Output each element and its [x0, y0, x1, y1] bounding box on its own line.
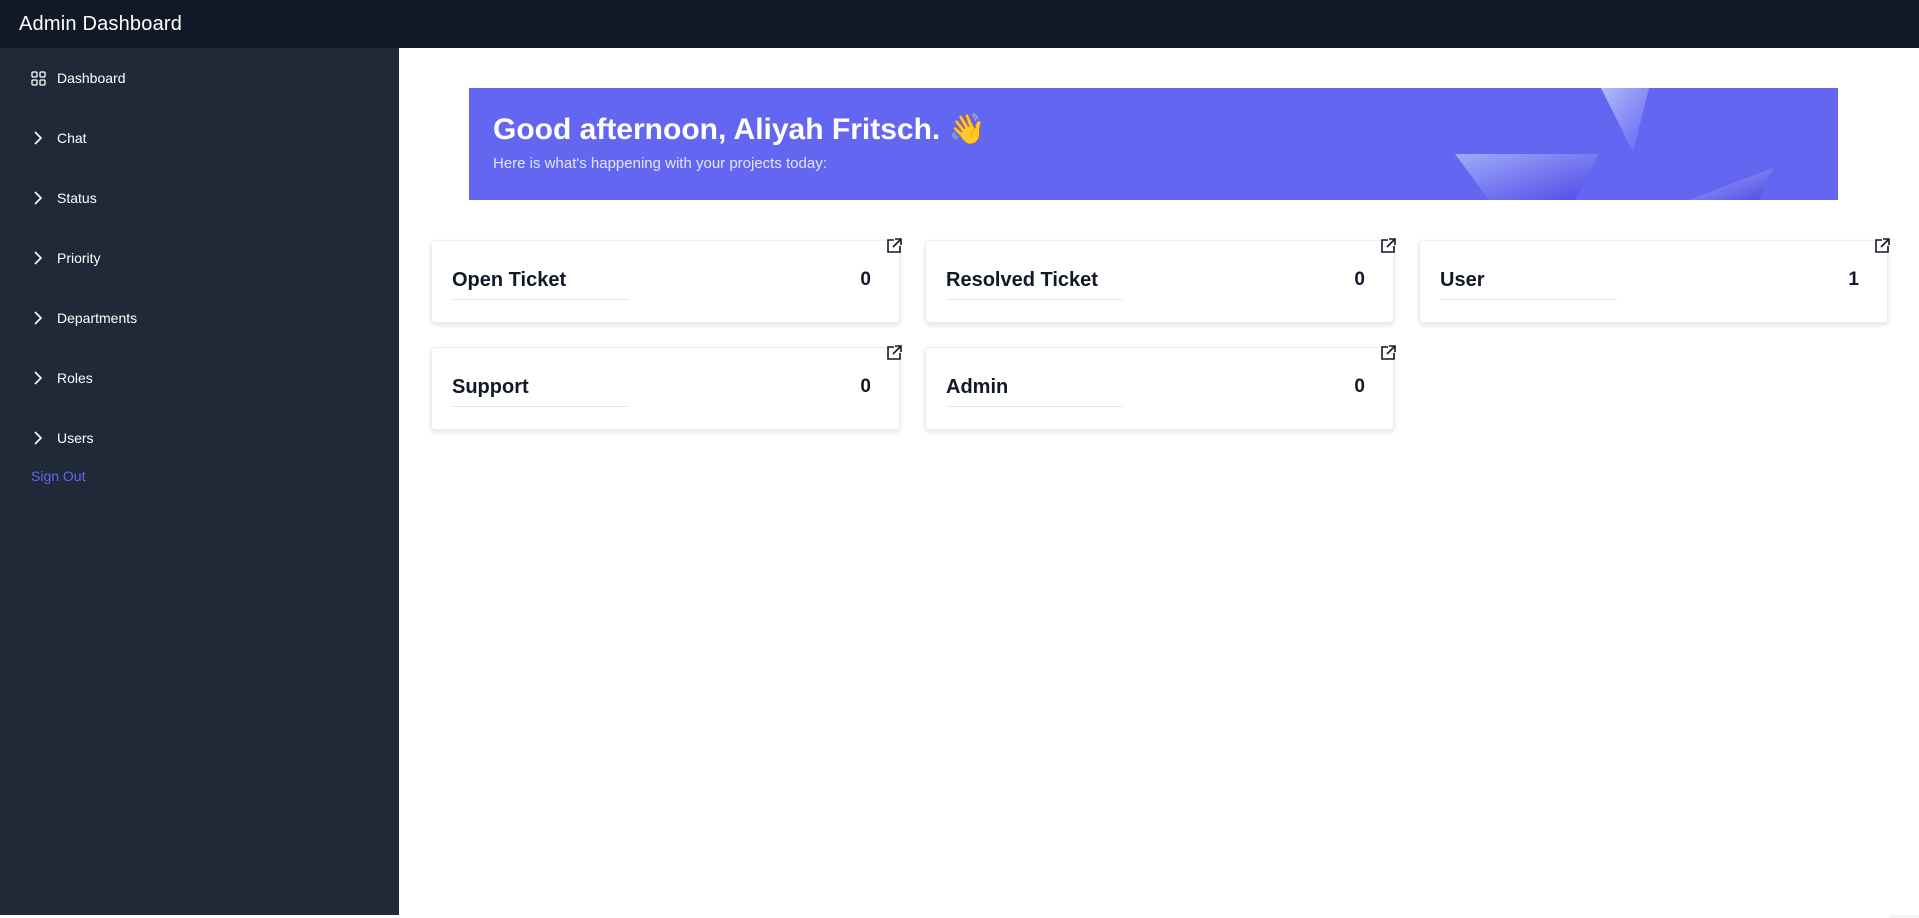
chevron-right-icon	[30, 250, 46, 266]
card-title: Admin	[946, 376, 1009, 398]
sidebar-item-label: Departments	[57, 310, 138, 326]
sidebar-item-label: Roles	[57, 370, 93, 386]
sign-out-link[interactable]: Sign Out	[31, 468, 85, 484]
stat-card-user[interactable]: User 1	[1419, 237, 1891, 323]
sidebar-item-label: Users	[57, 430, 94, 446]
card-title: Support	[452, 376, 529, 398]
stat-card-resolved-ticket[interactable]: Resolved Ticket 0	[925, 237, 1397, 323]
welcome-banner: Good afternoon, Aliyah Fritsch. 👋 Here i…	[469, 88, 1838, 200]
card-title: Open Ticket	[452, 269, 567, 291]
sidebar-item-chat[interactable]: Chat	[30, 124, 87, 152]
sidebar-item-status[interactable]: Status	[30, 184, 97, 212]
stat-card-open-ticket[interactable]: Open Ticket 0	[431, 237, 903, 323]
sidebar-item-label: Dashboard	[57, 70, 126, 86]
top-bar: Admin Dashboard	[0, 0, 1919, 48]
sidebar: Dashboard Chat Status Priority Departmen…	[0, 48, 399, 915]
greeting-subtitle: Here is what's happening with your proje…	[493, 155, 827, 172]
card-title: User	[1440, 269, 1485, 291]
chevron-right-icon	[30, 370, 46, 386]
card-count: 0	[1354, 269, 1365, 290]
sidebar-item-departments[interactable]: Departments	[30, 304, 137, 332]
chevron-right-icon	[30, 190, 46, 206]
divider	[452, 299, 629, 300]
sidebar-item-label: Status	[57, 190, 97, 206]
card-count: 1	[1848, 269, 1859, 290]
divider	[946, 299, 1123, 300]
main-content: Good afternoon, Aliyah Fritsch. 👋 Here i…	[399, 48, 1919, 918]
card-count: 0	[860, 269, 871, 290]
card-count: 0	[1354, 376, 1365, 397]
sidebar-item-dashboard[interactable]: Dashboard	[30, 64, 126, 92]
card-title: Resolved Ticket	[946, 269, 1098, 291]
sidebar-item-label: Chat	[57, 130, 87, 146]
divider	[946, 406, 1123, 407]
chevron-right-icon	[30, 430, 46, 446]
divider	[1440, 299, 1617, 300]
stat-card-support[interactable]: Support 0	[431, 344, 903, 430]
sidebar-item-label: Priority	[57, 250, 101, 266]
external-link-icon[interactable]	[1379, 344, 1397, 362]
external-link-icon[interactable]	[1379, 237, 1397, 255]
divider	[452, 406, 629, 407]
sidebar-item-priority[interactable]: Priority	[30, 244, 101, 272]
external-link-icon[interactable]	[885, 344, 903, 362]
chevron-right-icon	[30, 310, 46, 326]
external-link-icon[interactable]	[1873, 237, 1891, 255]
app-title: Admin Dashboard	[19, 12, 183, 35]
sidebar-item-roles[interactable]: Roles	[30, 364, 93, 392]
sidebar-item-users[interactable]: Users	[30, 424, 94, 452]
chevron-right-icon	[30, 130, 46, 146]
external-link-icon[interactable]	[885, 237, 903, 255]
grid-icon	[30, 70, 46, 86]
card-count: 0	[860, 376, 871, 397]
stat-card-admin[interactable]: Admin 0	[925, 344, 1397, 430]
greeting-heading: Good afternoon, Aliyah Fritsch. 👋	[493, 113, 986, 146]
